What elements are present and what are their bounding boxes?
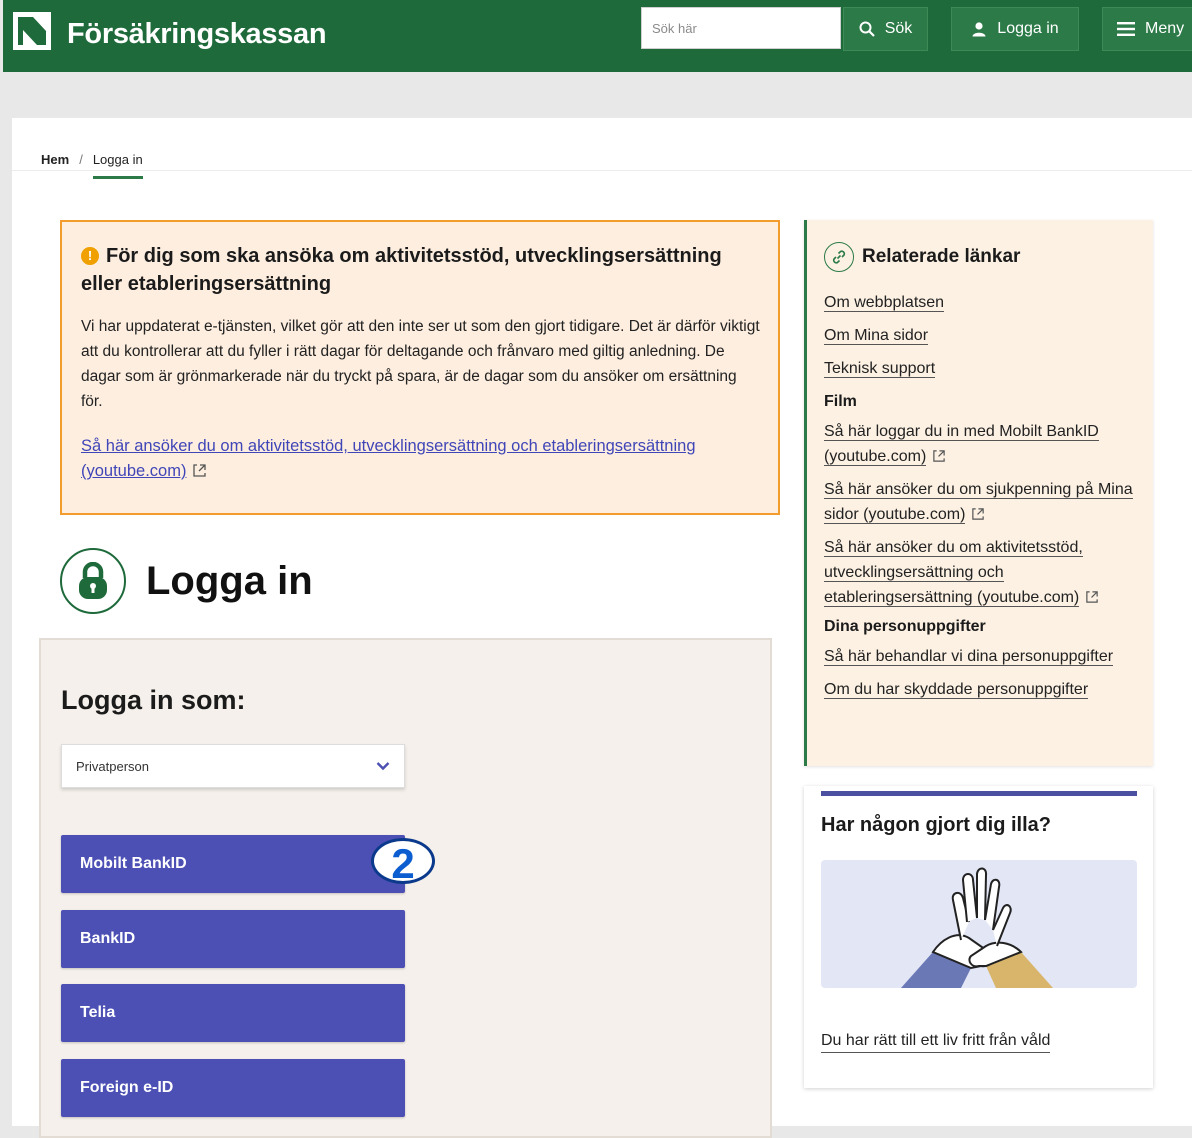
personal-data-heading: Dina personuppgifter — [824, 618, 986, 635]
breadcrumb-separator: / — [79, 152, 83, 167]
link-film-aktivitetsstod-text: Så här ansöker du om aktivitetsstöd, utv… — [824, 539, 1083, 606]
external-link-icon — [1086, 591, 1098, 603]
role-select[interactable]: Privatperson — [61, 744, 405, 788]
chevron-down-icon — [376, 762, 390, 771]
related-links-header: Relaterade länkar — [824, 242, 1020, 272]
link-teknisk-support[interactable]: Teknisk support — [824, 360, 936, 378]
link-icon — [824, 242, 854, 272]
abuse-card-link[interactable]: Du har rätt till ett liv fritt från våld — [821, 1030, 1051, 1053]
login-heading: Logga in — [60, 548, 313, 614]
film-heading: Film — [824, 393, 857, 410]
login-as-title: Logga in som: — [61, 685, 246, 715]
telia-label: Telia — [80, 1004, 116, 1021]
brand-name[interactable]: Försäkringskassan — [67, 18, 327, 51]
hamburger-icon — [1117, 22, 1135, 36]
abuse-card: Har någon gjort dig illa? Du har rätt ti… — [804, 786, 1153, 1088]
notice-video-link[interactable]: Så här ansöker du om aktivitetsstöd, utv… — [81, 434, 760, 484]
login-button[interactable]: Logga in — [951, 7, 1079, 51]
main-content: Hem / Logga in ! För dig som ska ansöka o… — [12, 118, 1192, 1138]
mobilt-bankid-button[interactable]: Mobilt BankID — [61, 835, 405, 893]
related-links-panel: Relaterade länkar Om webbplatsen Om Mina… — [804, 220, 1153, 766]
link-om-mina-sidor[interactable]: Om Mina sidor — [824, 327, 929, 345]
notice-video-link-text: Så här ansöker du om aktivitetsstöd, utv… — [81, 437, 696, 480]
login-panel: Logga in som: Privatperson Mobilt BankID… — [39, 638, 772, 1138]
related-links-list: Om webbplatsen Om Mina sidor Teknisk sup… — [824, 290, 1144, 710]
breadcrumb-divider — [12, 170, 1192, 171]
role-select-value: Privatperson — [76, 758, 149, 774]
bankid-label: BankID — [80, 930, 136, 947]
external-link-icon — [933, 450, 946, 462]
telia-button[interactable]: Telia — [61, 984, 405, 1042]
notice-body: Vi har uppdaterat e-tjänsten, vilket gör… — [81, 318, 760, 410]
foreign-eid-label: Foreign e-ID — [80, 1079, 174, 1096]
foreign-eid-button[interactable]: Foreign e-ID — [61, 1059, 405, 1117]
breadcrumb-current: Logga in — [92, 152, 143, 179]
mobilt-bankid-label: Mobilt BankID — [80, 855, 187, 872]
logo-icon[interactable] — [13, 12, 51, 50]
breadcrumb-home[interactable]: Hem — [41, 152, 69, 167]
notice-box: ! För dig som ska ansöka om aktivitetsstö… — [60, 220, 780, 515]
external-link-icon — [972, 508, 985, 520]
search-icon — [859, 21, 875, 37]
lock-icon — [60, 548, 126, 614]
link-om-webbplatsen[interactable]: Om webbplatsen — [824, 294, 945, 312]
site-header: Försäkringskassan Sök Logga in Meny — [3, 0, 1192, 72]
link-film-aktivitetsstod[interactable]: Så här ansöker du om aktivitetsstöd, utv… — [824, 539, 1083, 607]
login-button-label: Logga in — [997, 20, 1059, 37]
exclamation-icon: ! — [81, 247, 99, 265]
search-input[interactable] — [641, 7, 841, 49]
breadcrumb: Hem / Logga in — [41, 140, 143, 179]
notice-title-text: För dig som ska ansöka om aktivitetsstöd… — [81, 245, 722, 295]
notice-title: ! För dig som ska ansöka om aktivitetsstö… — [81, 242, 760, 298]
hands-illustration — [821, 860, 1137, 988]
step-number-badge: 2 — [371, 838, 435, 887]
link-skyddade-personuppgifter[interactable]: Om du har skyddade personuppgifter — [824, 681, 1089, 699]
search-button-label: Sök — [884, 20, 913, 37]
external-link-icon — [193, 464, 207, 477]
page-title: Logga in — [146, 558, 313, 603]
link-film-mobilt-bankid[interactable]: Så här loggar du in med Mobilt BankID (y… — [824, 423, 1099, 466]
link-film-mobilt-bankid-text: Så här loggar du in med Mobilt BankID (y… — [824, 423, 1099, 465]
link-behandlar-personuppgifter[interactable]: Så här behandlar vi dina personuppgifter — [824, 648, 1114, 666]
menu-button-label: Meny — [1145, 20, 1185, 37]
menu-button[interactable]: Meny — [1102, 7, 1192, 51]
bankid-button[interactable]: BankID — [61, 910, 405, 968]
abuse-card-title: Har någon gjort dig illa? — [821, 814, 1051, 836]
related-links-title: Relaterade länkar — [862, 246, 1021, 267]
search-button[interactable]: Sök — [843, 7, 928, 51]
user-icon — [972, 22, 986, 37]
abuse-card-accent — [821, 791, 1137, 796]
